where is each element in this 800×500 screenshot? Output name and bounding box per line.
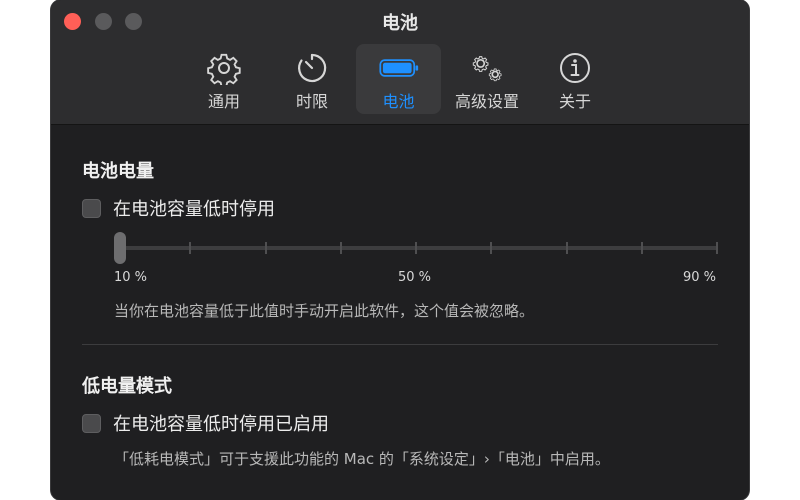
tab-label: 关于: [558, 92, 591, 111]
checkbox-label: 在电池容量低时停用: [113, 199, 275, 220]
info-icon: [555, 50, 595, 86]
tab-about[interactable]: 关于: [549, 44, 601, 114]
disable-on-low-battery-checkbox[interactable]: [82, 198, 101, 218]
slider-tick: [265, 242, 267, 254]
slider-max-label: 90 %: [683, 270, 717, 285]
window-title: 电池: [382, 13, 418, 34]
checkbox-label: 在电池容量低时停用已启用: [113, 414, 329, 435]
disable-in-low-power-row[interactable]: 在电池容量低时停用已启用: [82, 410, 329, 436]
tab-label: 电池: [382, 92, 415, 111]
slider-tick: [189, 242, 191, 254]
battery-level-heading: 电池电量: [82, 161, 154, 182]
battery-level-help-text: 当你在电池容量低于此值时手动开启此软件，这个值会被忽略。: [114, 302, 535, 320]
slider-tick: [641, 242, 643, 254]
tab-label: 时限: [295, 92, 328, 111]
gears-icon: [467, 50, 507, 86]
disable-on-low-battery-row[interactable]: 在电池容量低时停用: [82, 195, 275, 221]
battery-settings-panel: 电池电量 在电池容量低时停用 10 % 50 % 90 % 当你在电池容量低于此…: [51, 125, 749, 500]
timer-icon: [292, 50, 332, 86]
tab-label: 高级设置: [454, 92, 519, 111]
slider-tick: [490, 242, 492, 254]
slider-tick: [566, 242, 568, 254]
tab-general[interactable]: 通用: [198, 44, 250, 114]
tab-advanced[interactable]: 高级设置: [449, 44, 525, 114]
preferences-window: 电池 通用 时限 电池 高级设置 关于 电池电量 在电池容量低时停用 10 % …: [51, 0, 749, 500]
slider-tick: [415, 242, 417, 254]
disable-in-low-power-checkbox[interactable]: [82, 413, 101, 433]
tab-battery[interactable]: 电池: [356, 44, 441, 114]
battery-threshold-slider[interactable]: [114, 231, 718, 264]
tab-label: 通用: [207, 92, 240, 111]
toolbar: 电池 通用 时限 电池 高级设置 关于: [51, 0, 749, 125]
low-power-mode-heading: 低电量模式: [82, 376, 172, 397]
section-divider: [82, 344, 718, 345]
slider-tick: [340, 242, 342, 254]
slider-min-label: 10 %: [114, 270, 148, 285]
slider-mid-label: 50 %: [398, 270, 432, 285]
gear-icon: [204, 50, 244, 86]
battery-icon: [378, 50, 419, 86]
low-power-help-text: 「低耗电模式」可于支援此功能的 Mac 的「系统设定」›「电池」中启用。: [114, 450, 610, 468]
slider-tick: [716, 242, 718, 254]
tab-timer[interactable]: 时限: [286, 44, 338, 114]
slider-thumb[interactable]: [114, 232, 126, 264]
